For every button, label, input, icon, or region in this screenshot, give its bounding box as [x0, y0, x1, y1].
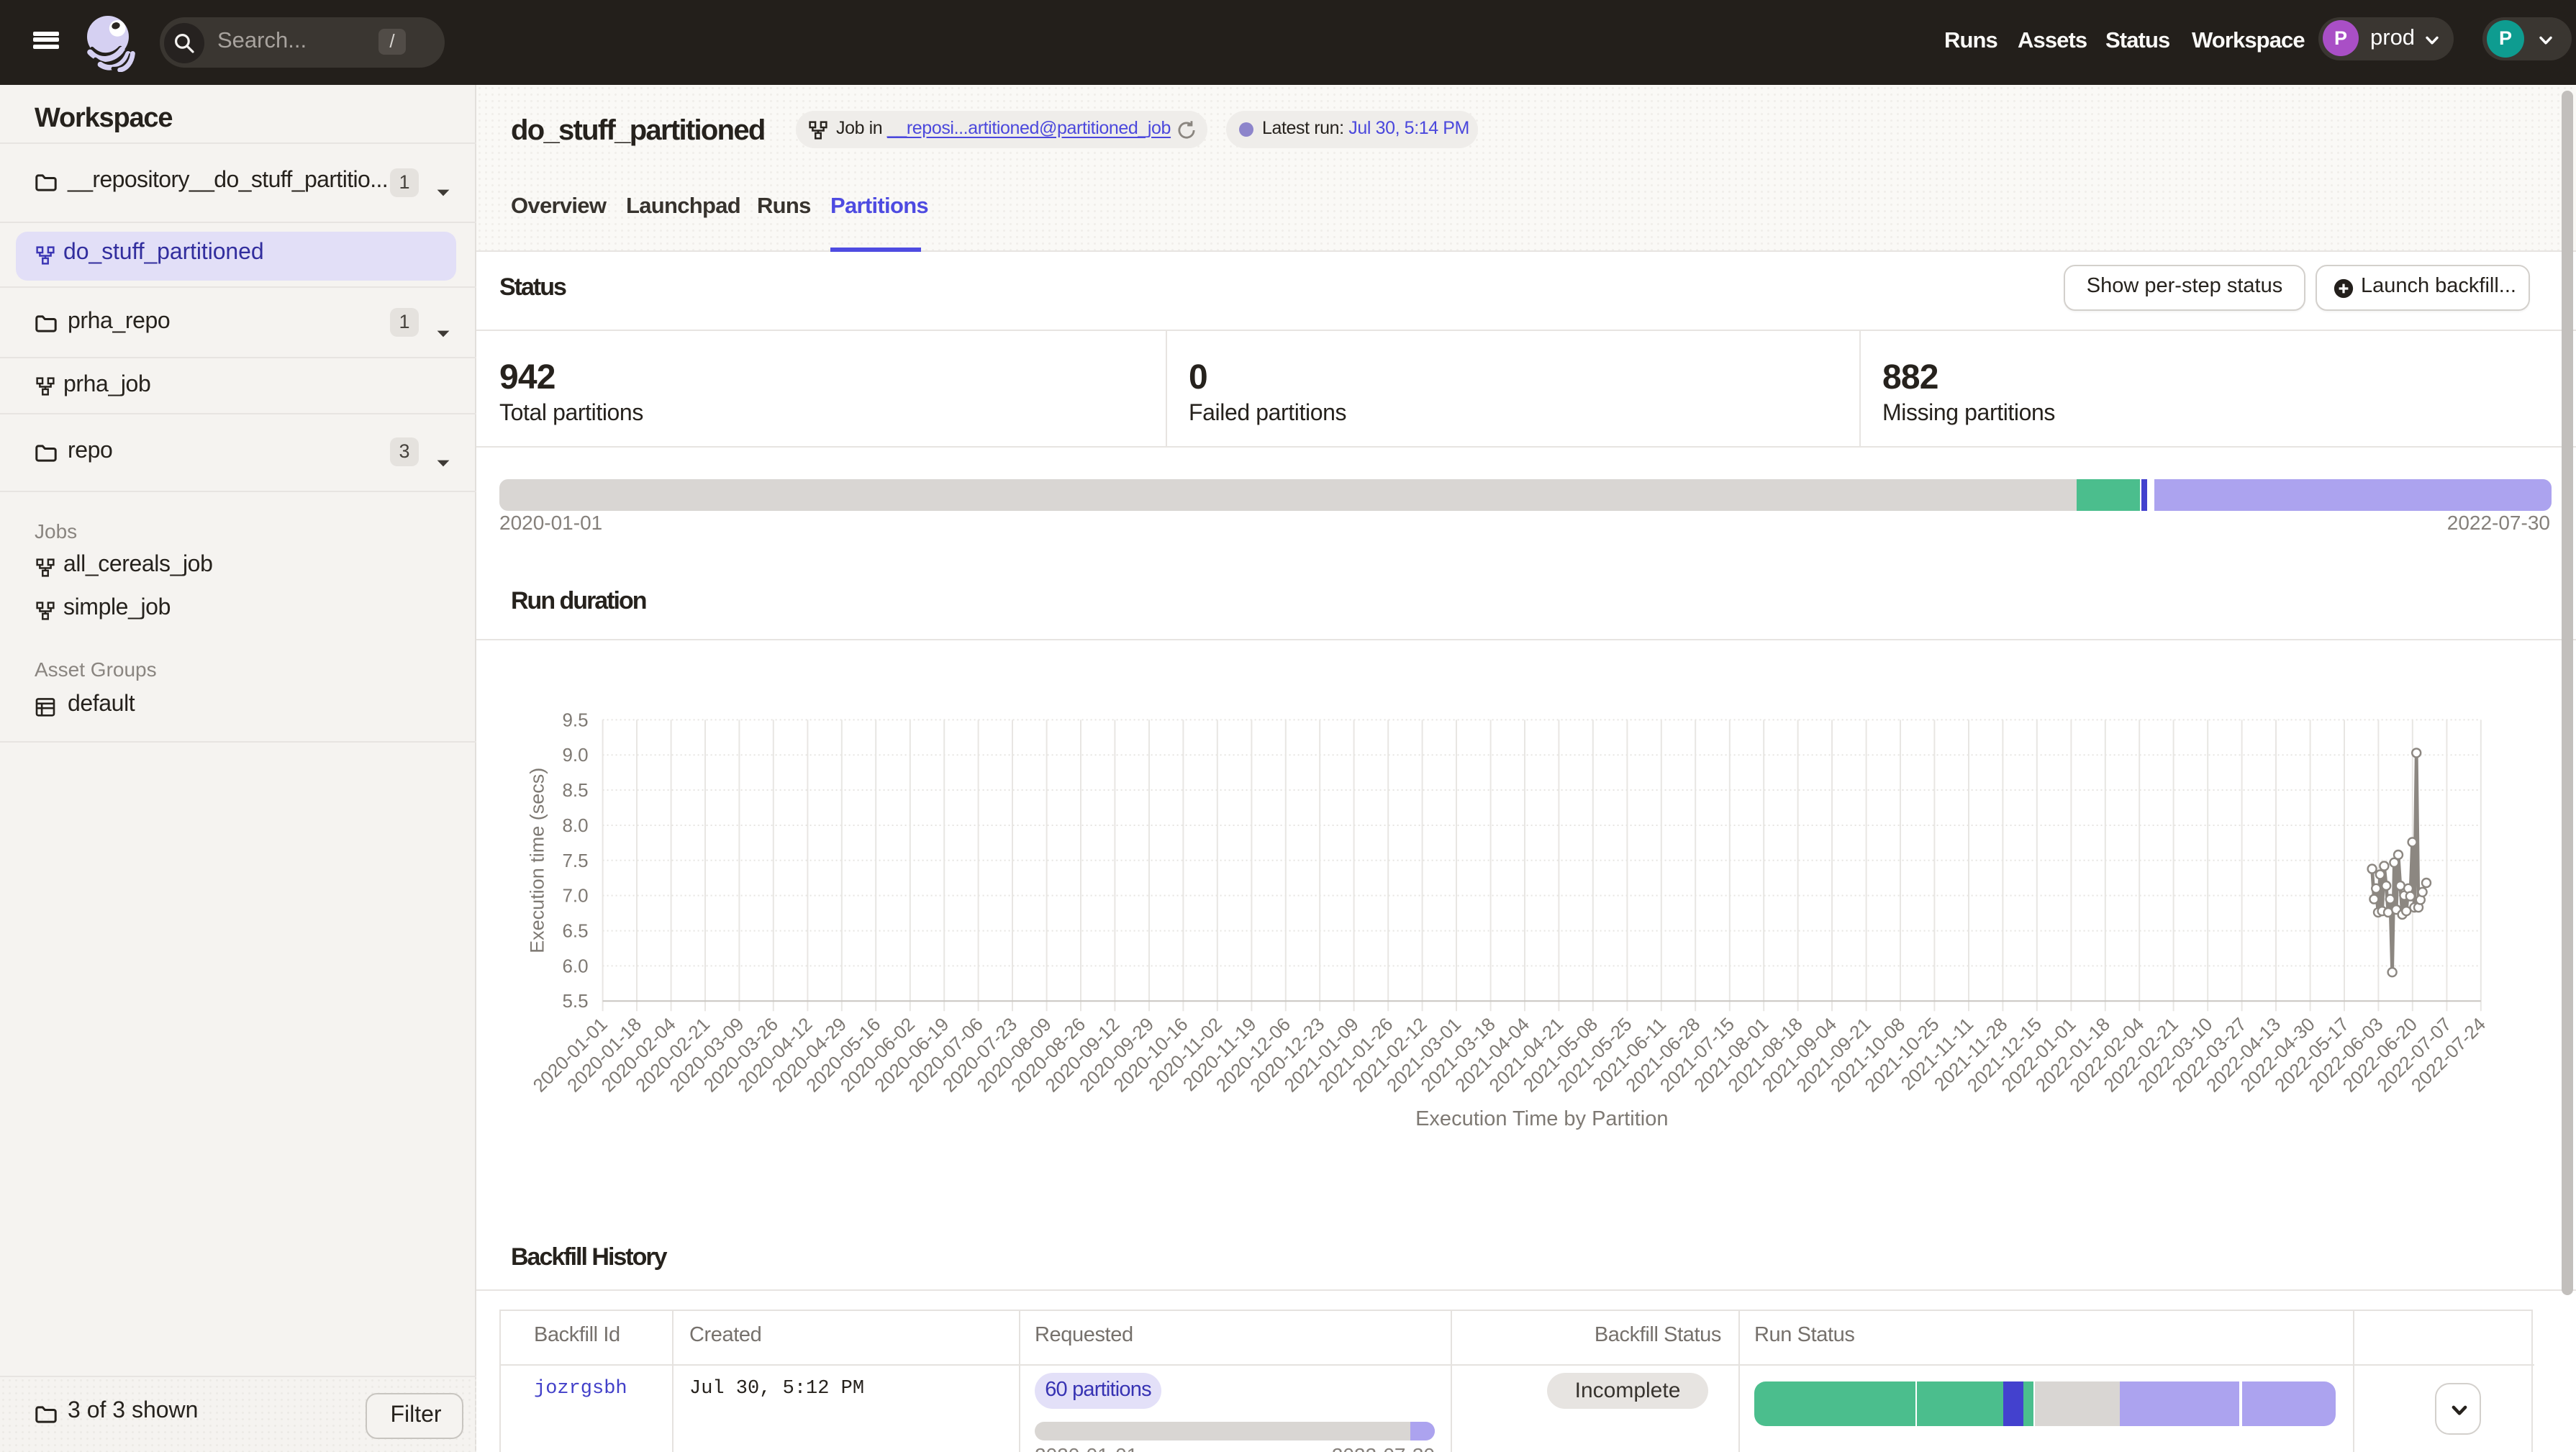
- svg-text:7.5: 7.5: [562, 850, 588, 871]
- svg-text:7.0: 7.0: [562, 885, 588, 907]
- svg-text:8.0: 8.0: [562, 815, 588, 836]
- svg-text:6.0: 6.0: [562, 955, 588, 976]
- svg-text:Execution Time by Partition: Execution Time by Partition: [1415, 1107, 1668, 1130]
- svg-text:5.5: 5.5: [562, 990, 588, 1012]
- svg-text:6.5: 6.5: [562, 920, 588, 941]
- svg-text:Execution time (secs): Execution time (secs): [527, 768, 548, 953]
- svg-text:9.5: 9.5: [562, 709, 588, 730]
- svg-text:8.5: 8.5: [562, 779, 588, 801]
- svg-text:9.0: 9.0: [562, 744, 588, 766]
